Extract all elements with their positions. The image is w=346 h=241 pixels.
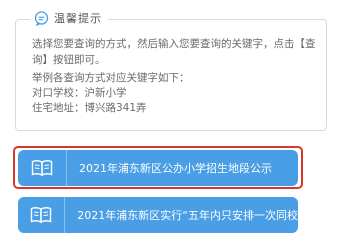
book-icon [24, 197, 58, 233]
chat-bubble-icon [34, 10, 49, 26]
page: 温馨提示 选择您要查询的方式，然后输入您要查询的关键字，点击【查 询】按钮即可。… [0, 0, 346, 241]
button-divider [64, 197, 66, 233]
link-button-school-zones[interactable]: 2021年浦东新区公办小学招生地段公示 [18, 150, 298, 186]
tips-line-2: 询】按钮即可。 [32, 54, 106, 66]
tips-line-1: 选择您要查询的方式，然后输入您要查询的关键字，点击【查 [32, 38, 316, 50]
tips-title: 温馨提示 [54, 12, 102, 25]
link-button-same-school-policy[interactable]: 2021年浦东新区实行“五年内只安排一次同校 [18, 197, 298, 233]
link-label: 2021年浦东新区实行“五年内只安排一次同校 [77, 209, 298, 222]
tips-line-4: 对口学校：沪新小学 [32, 87, 127, 99]
tips-header: 温馨提示 [30, 8, 108, 28]
link-label: 2021年浦东新区公办小学招生地段公示 [79, 162, 272, 175]
book-icon [24, 150, 60, 186]
tips-line-5: 住宅地址：博兴路341弄 [32, 102, 147, 114]
button-divider [66, 150, 67, 186]
tips-line-3: 举例各查询方式对应关键字如下： [32, 72, 190, 84]
